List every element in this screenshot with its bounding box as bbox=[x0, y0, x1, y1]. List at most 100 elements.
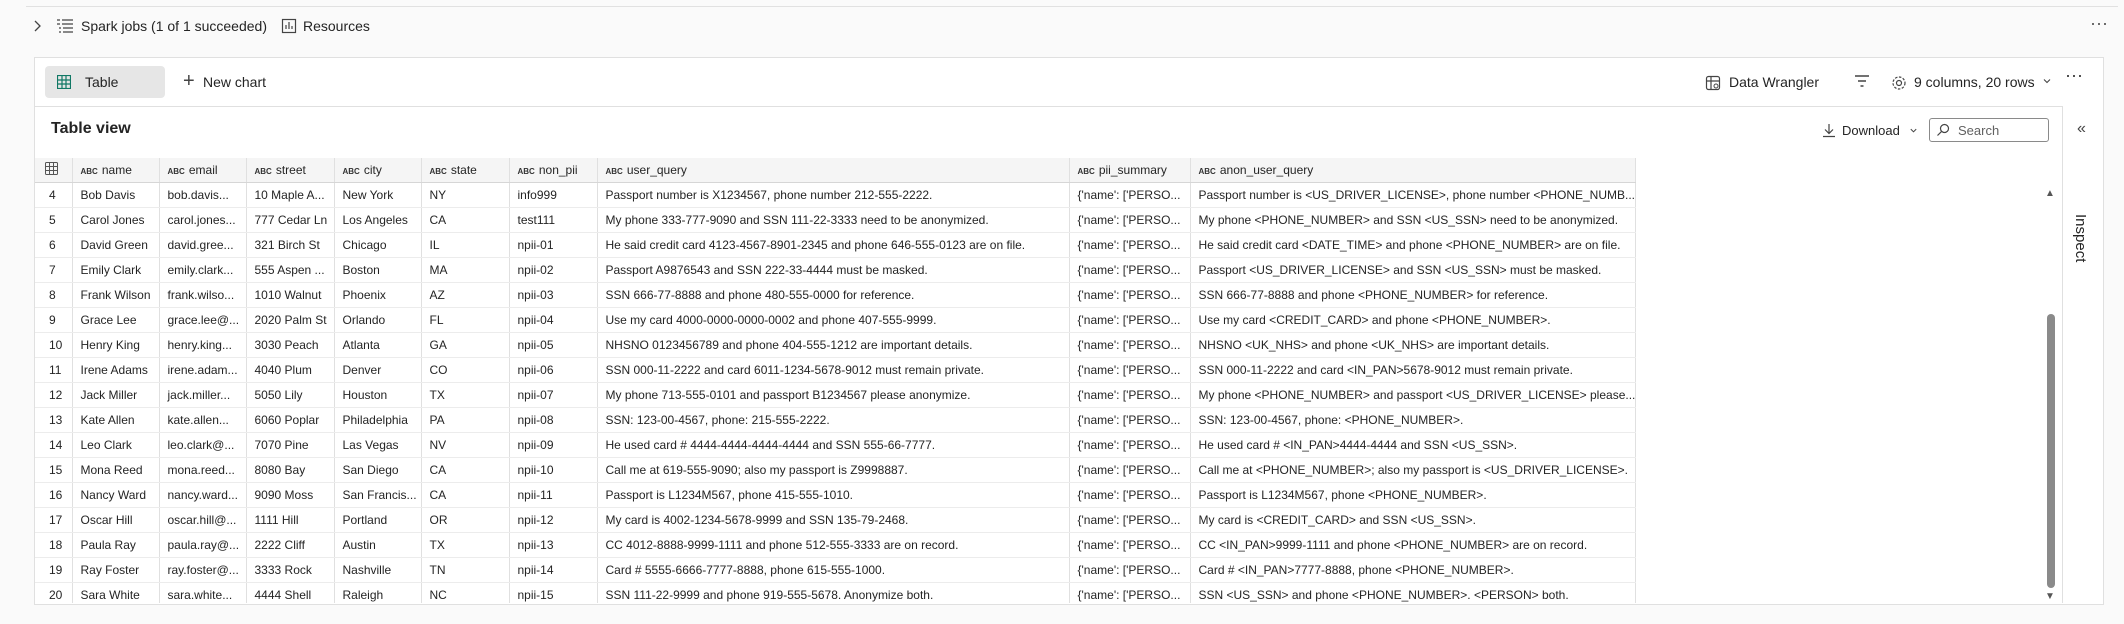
table-cell[interactable]: npii-10 bbox=[509, 457, 598, 483]
table-cell[interactable]: {'name': ['PERSO... bbox=[1069, 507, 1191, 533]
table-cell[interactable]: Austin bbox=[334, 532, 422, 558]
table-cell[interactable]: SSN: 123-00-4567, phone: <PHONE_NUMBER>. bbox=[1190, 407, 1637, 433]
collapse-icon[interactable]: « bbox=[2077, 120, 2086, 138]
table-cell[interactable]: SSN 111-22-9999 and phone 919-555-5678. … bbox=[597, 582, 1070, 603]
table-cell[interactable]: {'name': ['PERSO... bbox=[1069, 357, 1191, 383]
table-row[interactable]: 8 Frank Wilson frank.wilso... 1010 Walnut Ph… bbox=[35, 282, 1637, 308]
column-header-email[interactable]: ABC email bbox=[159, 158, 247, 183]
table-cell[interactable]: {'name': ['PERSO... bbox=[1069, 407, 1191, 433]
column-header-name[interactable]: ABC name bbox=[72, 158, 160, 183]
table-cell[interactable]: npii-04 bbox=[509, 307, 598, 333]
table-cell[interactable]: {'name': ['PERSO... bbox=[1069, 482, 1191, 508]
table-cell[interactable]: SSN: 123-00-4567, phone: 215-555-2222. bbox=[597, 407, 1070, 433]
table-cell[interactable]: AZ bbox=[421, 282, 510, 308]
table-cell[interactable]: Henry King bbox=[72, 332, 160, 358]
table-cell[interactable]: Sara White bbox=[72, 582, 160, 603]
table-cell[interactable]: nancy.ward... bbox=[159, 482, 247, 508]
table-cell[interactable]: He used card # <IN_PAN>4444-4444 and SSN… bbox=[1190, 432, 1637, 458]
table-cell[interactable]: Atlanta bbox=[334, 332, 422, 358]
search-box[interactable] bbox=[1929, 118, 2049, 142]
column-header-anon-user-query[interactable]: ABC anon_user_query bbox=[1190, 158, 1637, 183]
table-cell[interactable]: Frank Wilson bbox=[72, 282, 160, 308]
table-row[interactable]: 6 David Green david.gree... 321 Birch St Chi… bbox=[35, 232, 1637, 258]
table-cell[interactable]: Card # <IN_PAN>7777-8888, phone <PHONE_N… bbox=[1190, 557, 1637, 583]
table-cell[interactable]: IL bbox=[421, 232, 510, 258]
table-cell[interactable]: PA bbox=[421, 407, 510, 433]
table-cell[interactable]: David Green bbox=[72, 232, 160, 258]
table-cell[interactable]: San Diego bbox=[334, 457, 422, 483]
table-cell[interactable]: {'name': ['PERSO... bbox=[1069, 582, 1191, 603]
table-cell[interactable]: SSN 666-77-8888 and phone <PHONE_NUMBER>… bbox=[1190, 282, 1637, 308]
table-cell[interactable]: FL bbox=[421, 307, 510, 333]
column-header-user-query[interactable]: ABC user_query bbox=[597, 158, 1070, 183]
table-cell[interactable]: SSN <US_SSN> and phone <PHONE_NUMBER>. <… bbox=[1190, 582, 1637, 603]
table-cell[interactable]: frank.wilso... bbox=[159, 282, 247, 308]
table-cell[interactable]: {'name': ['PERSO... bbox=[1069, 207, 1191, 233]
table-cell[interactable]: Passport A9876543 and SSN 222-33-4444 mu… bbox=[597, 257, 1070, 283]
table-cell[interactable]: npii-03 bbox=[509, 282, 598, 308]
table-row[interactable]: 13 Kate Allen kate.allen... 6060 Poplar Phil… bbox=[35, 407, 1637, 433]
table-cell[interactable]: Los Angeles bbox=[334, 207, 422, 233]
table-cell[interactable]: Phoenix bbox=[334, 282, 422, 308]
tab-table[interactable]: Table bbox=[45, 66, 165, 98]
spark-jobs-label[interactable]: Spark jobs (1 of 1 succeeded) bbox=[81, 18, 267, 34]
table-cell[interactable]: SSN 666-77-8888 and phone 480-555-0000 f… bbox=[597, 282, 1070, 308]
table-cell[interactable]: CA bbox=[421, 207, 510, 233]
table-cell[interactable]: Oscar Hill bbox=[72, 507, 160, 533]
scroll-down-arrow[interactable]: ▼ bbox=[2045, 591, 2055, 602]
table-cell[interactable]: npii-14 bbox=[509, 557, 598, 583]
table-cell[interactable]: mona.reed... bbox=[159, 457, 247, 483]
table-cell[interactable]: {'name': ['PERSO... bbox=[1069, 182, 1191, 208]
table-cell[interactable]: OR bbox=[421, 507, 510, 533]
table-cell[interactable]: npii-01 bbox=[509, 232, 598, 258]
table-cell[interactable]: bob.davis... bbox=[159, 182, 247, 208]
table-cell[interactable]: ray.foster@... bbox=[159, 557, 247, 583]
column-header-state[interactable]: ABC state bbox=[421, 158, 510, 183]
table-cell[interactable]: Bob Davis bbox=[72, 182, 160, 208]
table-cell[interactable]: 5050 Lily bbox=[246, 382, 335, 408]
table-cell[interactable]: Portland bbox=[334, 507, 422, 533]
table-cell[interactable]: Ray Foster bbox=[72, 557, 160, 583]
table-cell[interactable]: SSN 000-11-2222 and card <IN_PAN>5678-90… bbox=[1190, 357, 1637, 383]
table-cell[interactable]: npii-05 bbox=[509, 332, 598, 358]
table-cell[interactable]: jack.miller... bbox=[159, 382, 247, 408]
table-cell[interactable]: 555 Aspen ... bbox=[246, 257, 335, 283]
columns-rows-dropdown[interactable]: 9 columns, 20 rows bbox=[1887, 66, 2057, 98]
table-row[interactable]: 5 Carol Jones carol.jones... 777 Cedar Ln Lo… bbox=[35, 207, 1637, 233]
table-cell[interactable]: npii-11 bbox=[509, 482, 598, 508]
table-cell[interactable]: {'name': ['PERSO... bbox=[1069, 532, 1191, 558]
table-cell[interactable]: 321 Birch St bbox=[246, 232, 335, 258]
table-cell[interactable]: 8080 Bay bbox=[246, 457, 335, 483]
table-cell[interactable]: npii-02 bbox=[509, 257, 598, 283]
table-row[interactable]: 20 Sara White sara.white... 4444 Shell Ralei… bbox=[35, 582, 1637, 603]
table-cell[interactable]: TX bbox=[421, 382, 510, 408]
table-cell[interactable]: Kate Allen bbox=[72, 407, 160, 433]
table-cell[interactable]: Passport number is <US_DRIVER_LICENSE>, … bbox=[1190, 182, 1637, 208]
table-cell[interactable]: TN bbox=[421, 557, 510, 583]
table-cell[interactable]: {'name': ['PERSO... bbox=[1069, 432, 1191, 458]
table-cell[interactable]: npii-08 bbox=[509, 407, 598, 433]
table-cell[interactable]: Houston bbox=[334, 382, 422, 408]
table-cell[interactable]: Call me at 619-555-9090; also my passpor… bbox=[597, 457, 1070, 483]
table-cell[interactable]: Boston bbox=[334, 257, 422, 283]
table-cell[interactable]: San Francis... bbox=[334, 482, 422, 508]
table-cell[interactable]: Raleigh bbox=[334, 582, 422, 603]
table-cell[interactable]: CO bbox=[421, 357, 510, 383]
table-cell[interactable]: My phone 713-555-0101 and passport B1234… bbox=[597, 382, 1070, 408]
table-cell[interactable]: paula.ray@... bbox=[159, 532, 247, 558]
table-cell[interactable]: david.gree... bbox=[159, 232, 247, 258]
table-cell[interactable]: Nancy Ward bbox=[72, 482, 160, 508]
table-cell[interactable]: Passport is L1234M567, phone <PHONE_NUMB… bbox=[1190, 482, 1637, 508]
scroll-up-arrow[interactable]: ▲ bbox=[2045, 188, 2055, 199]
table-cell[interactable]: npii-15 bbox=[509, 582, 598, 603]
table-cell[interactable]: info999 bbox=[509, 182, 598, 208]
table-cell[interactable]: irene.adam... bbox=[159, 357, 247, 383]
table-cell[interactable]: leo.clark@... bbox=[159, 432, 247, 458]
table-cell[interactable]: npii-07 bbox=[509, 382, 598, 408]
more-icon[interactable]: ⋯ bbox=[2065, 66, 2084, 87]
table-cell[interactable]: NV bbox=[421, 432, 510, 458]
table-cell[interactable]: carol.jones... bbox=[159, 207, 247, 233]
chevron-right-icon[interactable] bbox=[30, 18, 46, 34]
table-cell[interactable]: Card # 5555-6666-7777-8888, phone 615-55… bbox=[597, 557, 1070, 583]
table-cell[interactable]: {'name': ['PERSO... bbox=[1069, 307, 1191, 333]
